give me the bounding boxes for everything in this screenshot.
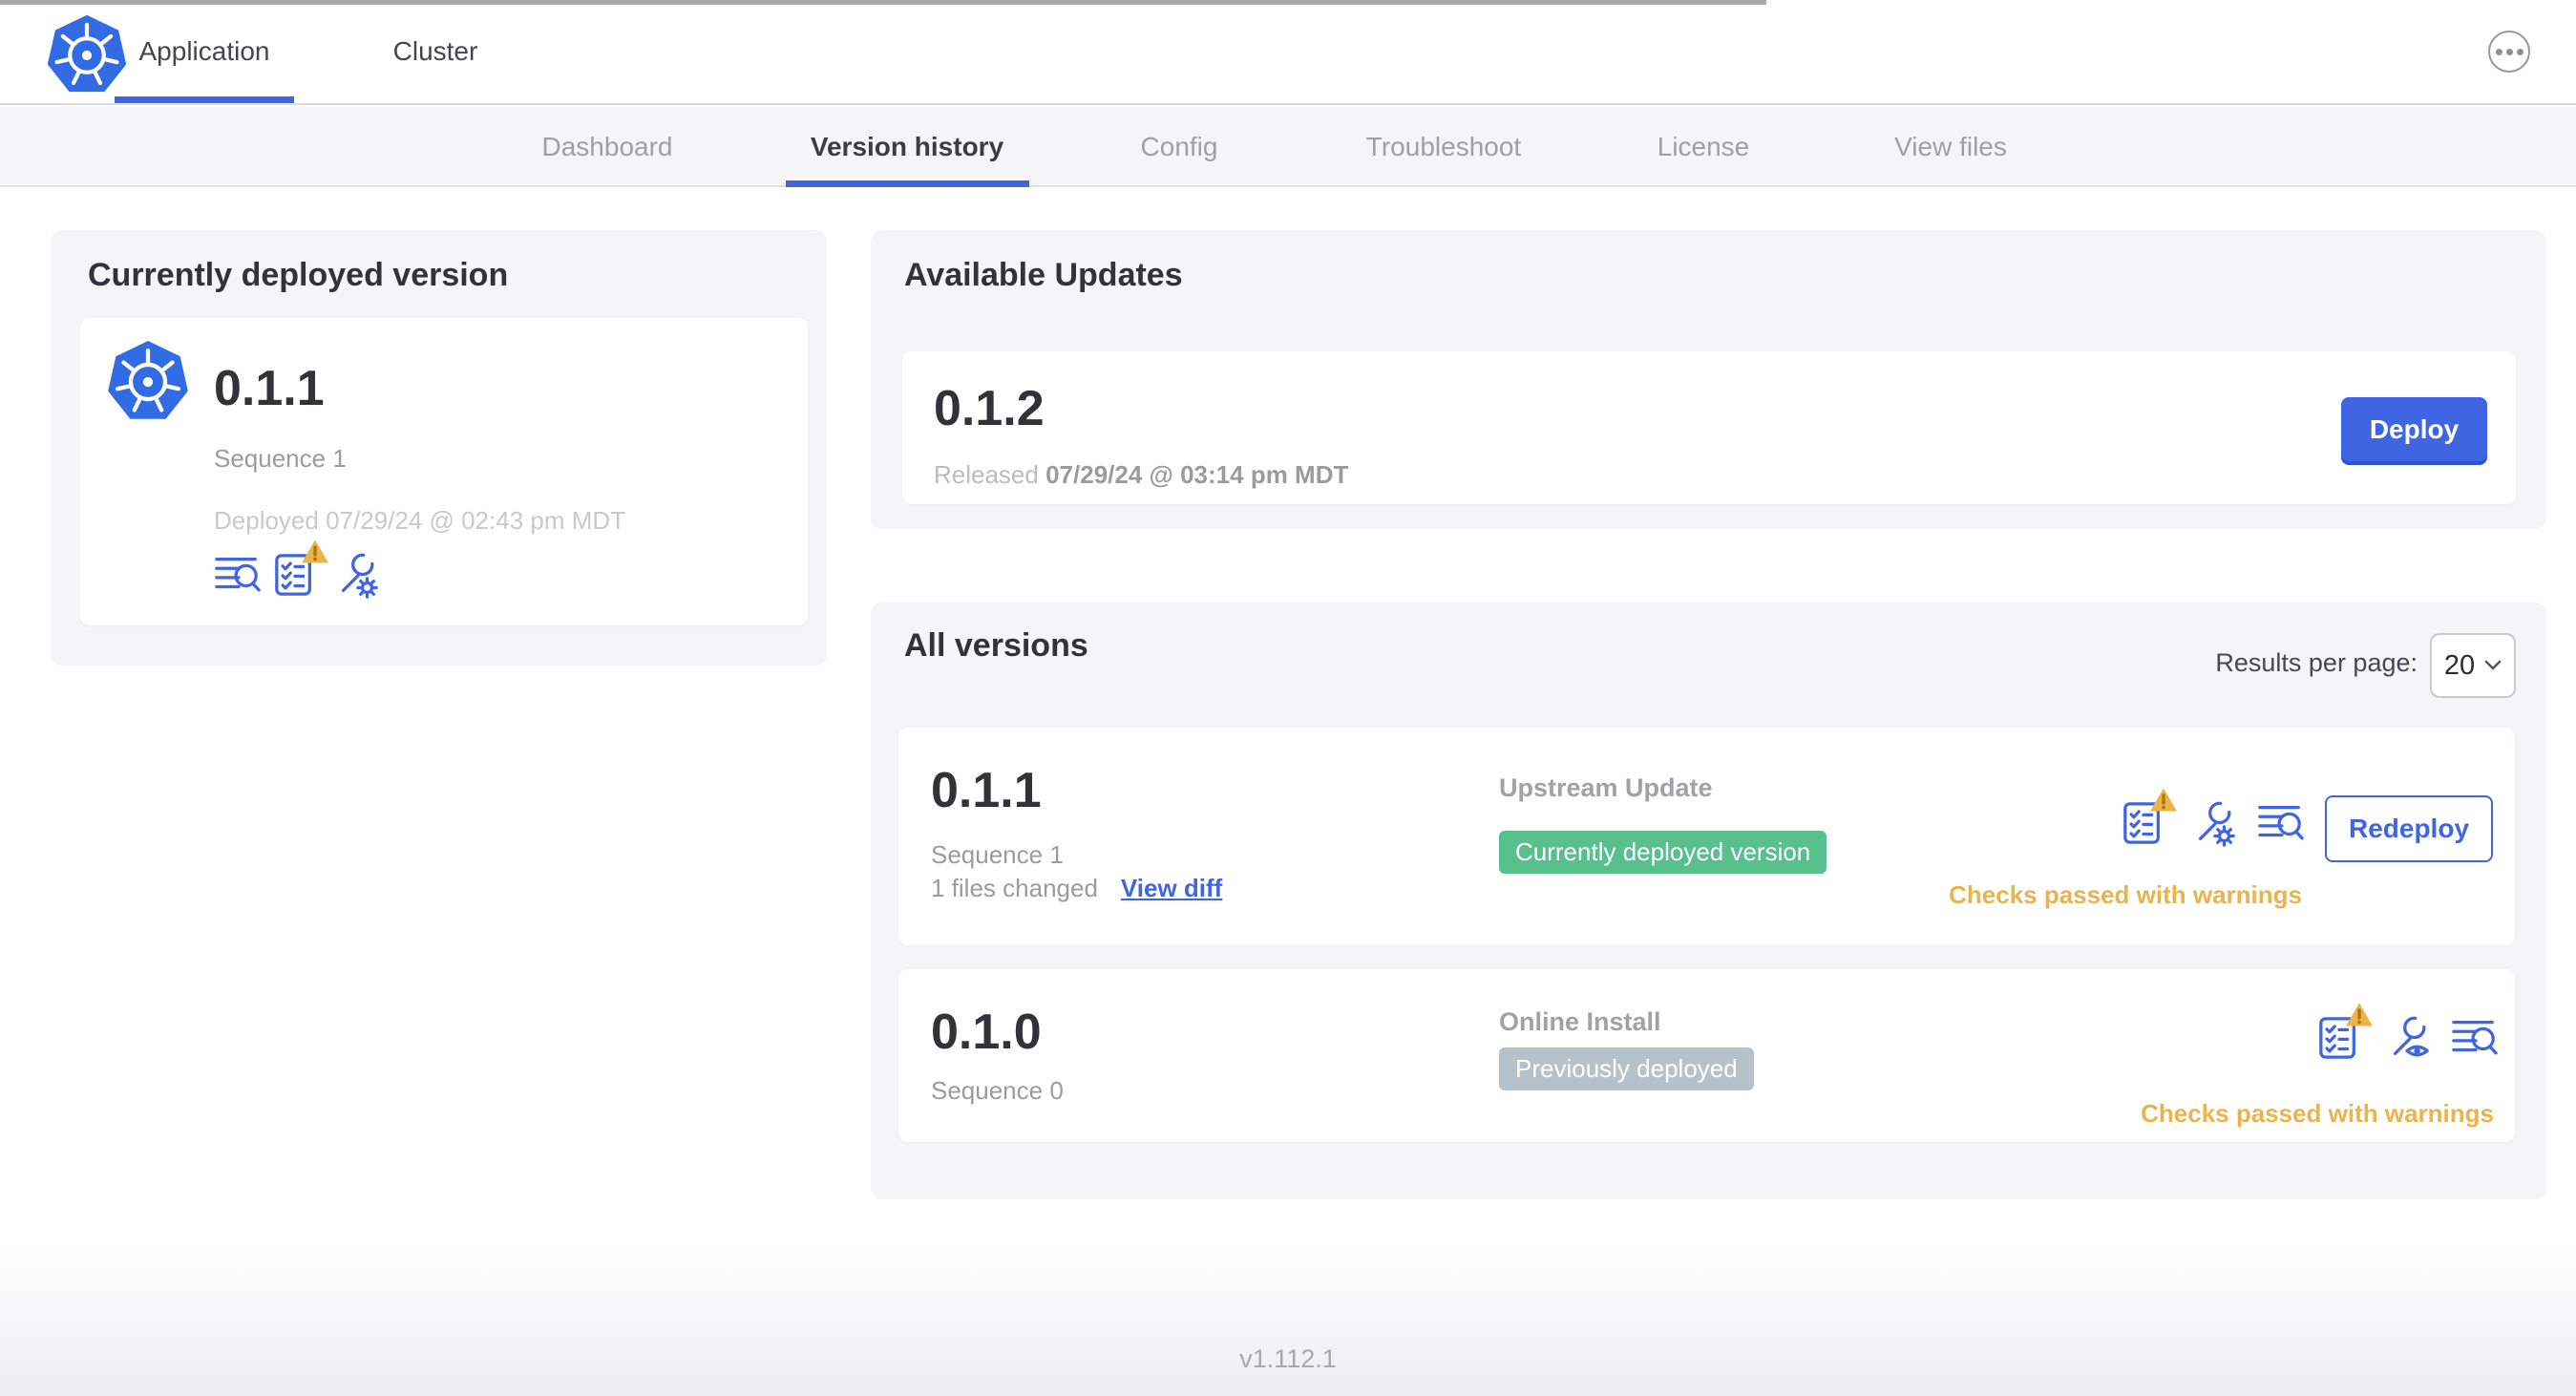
tab-view-files[interactable]: View files <box>1894 107 2007 187</box>
deploy-button[interactable]: Deploy <box>2341 397 2487 461</box>
active-tab-underline <box>786 180 1029 187</box>
preflight-checks-warning-icon[interactable] <box>273 539 328 600</box>
update-version-number: 0.1.2 <box>934 381 1045 436</box>
release-notes-icon[interactable] <box>2257 798 2305 848</box>
version-row: 0.1.0 Sequence 0 Online Install Previous… <box>898 969 2515 1142</box>
checks-status-link[interactable]: Checks passed with warnings <box>1853 880 2302 910</box>
tab-cluster-management[interactable]: Cluster Management <box>318 0 553 169</box>
release-notes-icon[interactable] <box>214 550 262 600</box>
panel-title: Currently deployed version <box>88 257 509 293</box>
view-diff-link[interactable]: View diff <box>1121 874 1222 902</box>
row-version-number: 0.1.0 <box>931 1005 1042 1060</box>
status-badge: Currently deployed version <box>1499 831 1827 874</box>
status-badge: Previously deployed <box>1499 1047 1754 1090</box>
deployed-version-card: 0.1.1 Sequence 1 Deployed 07/29/24 @ 02:… <box>80 318 808 625</box>
tab-license[interactable]: License <box>1658 107 1750 187</box>
checks-status-link[interactable]: Checks passed with warnings <box>2044 1099 2494 1129</box>
admin-console-screen: Application Cluster Management Dashboard… <box>0 0 2576 1396</box>
results-per-page-value: 20 <box>2443 649 2476 681</box>
view-config-icon[interactable] <box>2384 1013 2432 1063</box>
deployed-sequence: Sequence 1 <box>214 444 347 473</box>
released-timestamp: 07/29/24 @ 03:14 pm MDT <box>1045 460 1349 489</box>
tab-version-history[interactable]: Version history <box>811 107 1003 187</box>
tab-troubleshoot[interactable]: Troubleshoot <box>1366 107 1521 187</box>
currently-deployed-panel: Currently deployed version 0.1.1 Sequenc… <box>51 230 827 666</box>
redeploy-button[interactable]: Redeploy <box>2325 795 2493 862</box>
preflight-checks-warning-icon[interactable] <box>2317 1003 2373 1063</box>
panel-title: All versions <box>904 627 1088 664</box>
tab-dashboard[interactable]: Dashboard <box>542 107 673 187</box>
release-notes-icon[interactable] <box>2451 1013 2499 1063</box>
row-source: Online Install <box>1499 1007 1661 1036</box>
deployed-timestamp: Deployed 07/29/24 @ 02:43 pm MDT <box>214 506 626 535</box>
all-versions-panel: All versions Results per page: 20 0.1.1 … <box>871 603 2546 1199</box>
results-per-page-select[interactable]: 20 <box>2430 633 2516 698</box>
ellipsis-icon <box>2495 48 2523 55</box>
warning-triangle-icon <box>2150 788 2177 812</box>
tab-application[interactable]: Application <box>115 0 294 103</box>
available-updates-panel: Available Updates 0.1.2 Released 07/29/2… <box>871 230 2546 529</box>
preflight-checks-warning-icon[interactable] <box>2122 788 2177 848</box>
row-files-changed: 1 files changed View diff <box>931 874 1223 902</box>
console-version: v1.112.1 <box>1239 1344 1337 1373</box>
update-card: 0.1.2 Released 07/29/24 @ 03:14 pm MDT D… <box>902 351 2516 504</box>
update-released-line: Released 07/29/24 @ 03:14 pm MDT <box>934 460 1348 490</box>
results-per-page-label: Results per page: <box>2215 648 2418 677</box>
primary-navbar: Application Cluster Management <box>0 0 2576 169</box>
deployed-version-number: 0.1.1 <box>214 361 325 416</box>
row-actions <box>2317 1003 2499 1063</box>
config-icon[interactable] <box>332 550 380 600</box>
row-sequence: Sequence 0 <box>931 1076 1064 1105</box>
released-label: Released <box>934 460 1039 489</box>
warning-triangle-icon <box>2346 1003 2373 1026</box>
row-actions <box>2122 788 2305 848</box>
row-sequence: Sequence 1 <box>931 840 1064 869</box>
warning-triangle-icon <box>302 539 328 563</box>
row-source: Upstream Update <box>1499 773 1713 802</box>
window-top-edge <box>0 0 1766 5</box>
tab-config[interactable]: Config <box>1141 107 1218 187</box>
deployed-version-actions <box>214 539 380 600</box>
config-icon[interactable] <box>2189 798 2237 848</box>
chevron-down-icon <box>2484 660 2502 670</box>
panel-title: Available Updates <box>904 257 1183 293</box>
app-subnav: Dashboard Version history Config Trouble… <box>0 107 2576 187</box>
kubernetes-logo-icon <box>108 341 188 419</box>
overflow-menu-button[interactable] <box>2488 31 2530 73</box>
version-row: 0.1.1 Sequence 1 1 files changed View dif… <box>898 728 2515 945</box>
row-version-number: 0.1.1 <box>931 763 1042 818</box>
